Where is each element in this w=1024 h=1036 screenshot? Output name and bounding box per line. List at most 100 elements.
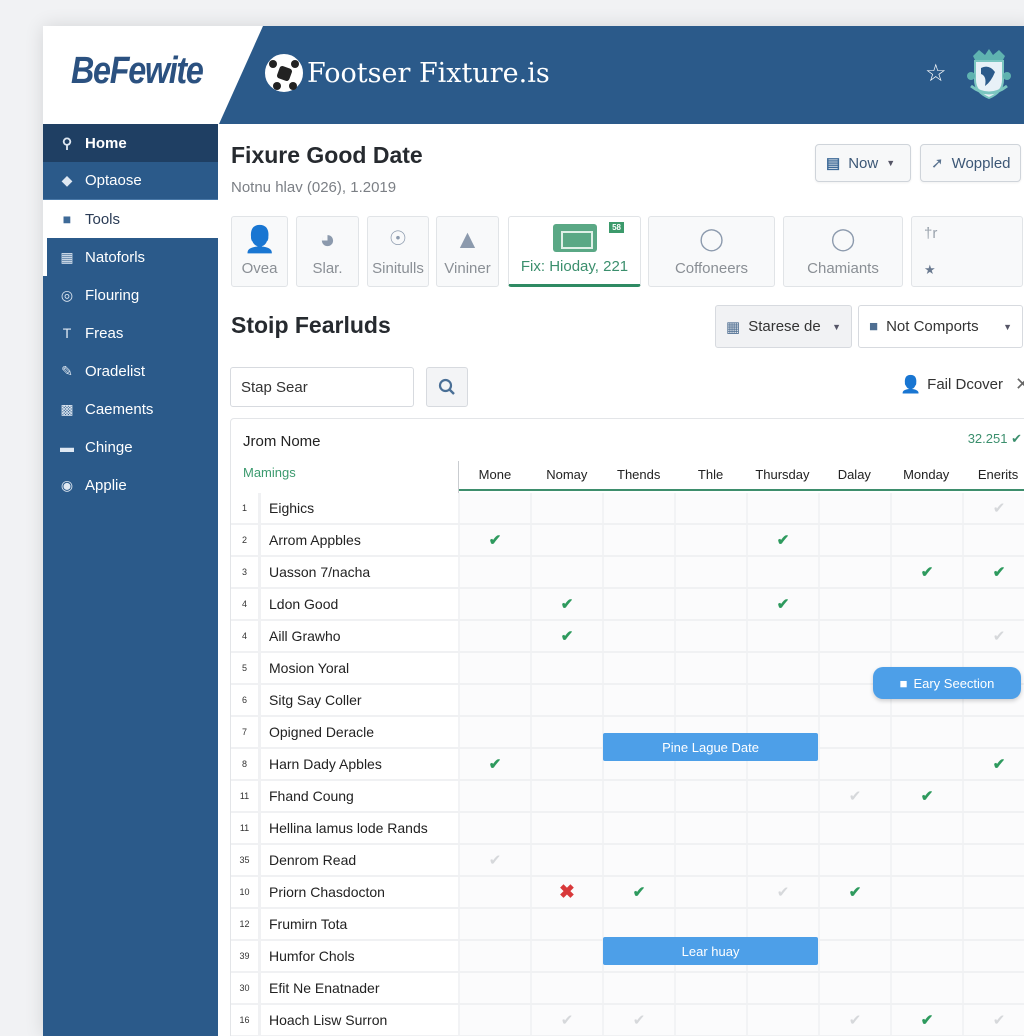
day-cell[interactable]: ✔	[458, 525, 530, 555]
table-row[interactable]: 35 Denrom Read ✔	[231, 845, 1024, 877]
day-cell[interactable]	[890, 589, 962, 619]
sidebar-item-caements[interactable]: ▩ Caements	[43, 390, 218, 428]
favorite-star-icon[interactable]: ☆	[925, 59, 947, 88]
sidebar-item-natoforls[interactable]: ▦ Natoforls	[43, 238, 218, 276]
day-cell[interactable]	[458, 941, 530, 971]
day-cell[interactable]	[746, 653, 818, 683]
day-cell[interactable]	[890, 493, 962, 523]
day-cell[interactable]	[674, 621, 746, 651]
tab-sinitulls[interactable]: ☉ Sinitulls	[367, 216, 429, 287]
day-cell[interactable]	[890, 717, 962, 747]
day-cell[interactable]: ✔	[602, 1005, 674, 1035]
day-cell[interactable]	[602, 525, 674, 555]
day-cell[interactable]	[602, 589, 674, 619]
starese-dropdown[interactable]: ▦ Starese de ▼	[715, 305, 852, 348]
brand-logo[interactable]: BeFewite	[71, 50, 204, 93]
sidebar-item-flouring[interactable]: ◎ Flouring	[43, 276, 218, 314]
now-dropdown-button[interactable]: ▤ Now ▼	[815, 144, 911, 182]
day-header[interactable]: Dalay	[818, 461, 890, 489]
day-cell[interactable]	[746, 1005, 818, 1035]
day-cell[interactable]: ✔	[530, 621, 602, 651]
day-cell[interactable]	[818, 717, 890, 747]
day-cell[interactable]	[602, 493, 674, 523]
day-cell[interactable]	[746, 973, 818, 1003]
day-cell[interactable]: ✔	[962, 1005, 1024, 1035]
day-cell[interactable]: ✔	[962, 749, 1024, 779]
day-cell[interactable]	[602, 621, 674, 651]
day-cell[interactable]	[602, 685, 674, 715]
sidebar-item-applie[interactable]: ◉ Applie	[43, 466, 218, 504]
day-cell[interactable]	[818, 973, 890, 1003]
day-cell[interactable]	[458, 717, 530, 747]
day-cell[interactable]	[746, 813, 818, 843]
day-cell[interactable]: ✔	[962, 621, 1024, 651]
club-crest-icon[interactable]	[965, 46, 1013, 102]
day-cell[interactable]	[890, 909, 962, 939]
day-cell[interactable]	[674, 525, 746, 555]
search-button[interactable]	[426, 367, 468, 407]
day-header[interactable]: Thle	[675, 461, 747, 489]
day-cell[interactable]	[458, 1005, 530, 1035]
day-header[interactable]: Monday	[890, 461, 962, 489]
day-header[interactable]: Enerits	[962, 461, 1024, 489]
table-row[interactable]: 10 Priorn Chasdocton ✖ ✔ ✔ ✔	[231, 877, 1024, 909]
day-cell[interactable]	[602, 781, 674, 811]
day-cell[interactable]	[674, 685, 746, 715]
day-cell[interactable]	[530, 845, 602, 875]
day-cell[interactable]	[890, 749, 962, 779]
table-row[interactable]: 16 Hoach Lisw Surron ✔ ✔ ✔ ✔ ✔	[231, 1005, 1024, 1036]
day-cell[interactable]	[818, 845, 890, 875]
day-cell[interactable]: ✔	[746, 877, 818, 907]
tab-ovea[interactable]: 👤 Ovea	[231, 216, 288, 287]
day-cell[interactable]	[530, 813, 602, 843]
day-cell[interactable]: ✔	[530, 1005, 602, 1035]
day-header[interactable]: Thursday	[747, 461, 819, 489]
day-cell[interactable]	[818, 589, 890, 619]
table-row[interactable]: 30 Efit Ne Enatnader	[231, 973, 1024, 1005]
day-cell[interactable]	[818, 749, 890, 779]
day-cell[interactable]	[530, 973, 602, 1003]
day-cell[interactable]	[602, 557, 674, 587]
day-cell[interactable]	[890, 941, 962, 971]
day-cell[interactable]	[530, 941, 602, 971]
day-cell[interactable]	[458, 813, 530, 843]
table-row[interactable]: 2 Arrom Appbles ✔ ✔	[231, 525, 1024, 557]
day-cell[interactable]	[674, 557, 746, 587]
day-cell[interactable]	[962, 941, 1024, 971]
table-count[interactable]: 32.251 ✔	[968, 431, 1022, 447]
day-cell[interactable]	[962, 717, 1024, 747]
day-header[interactable]: Mone	[459, 461, 531, 489]
day-cell[interactable]: ✔	[602, 877, 674, 907]
day-cell[interactable]	[818, 813, 890, 843]
table-row[interactable]: 3 Uasson 7/nacha ✔ ✔	[231, 557, 1024, 589]
day-cell[interactable]	[890, 813, 962, 843]
day-cell[interactable]: ✔	[818, 781, 890, 811]
day-cell[interactable]	[530, 685, 602, 715]
day-cell[interactable]: ✔	[746, 525, 818, 555]
day-cell[interactable]: ✔	[818, 877, 890, 907]
event-bar[interactable]: Pine Lague Date	[602, 733, 819, 761]
day-cell[interactable]	[458, 557, 530, 587]
day-cell[interactable]	[746, 493, 818, 523]
day-cell[interactable]	[530, 525, 602, 555]
day-cell[interactable]	[674, 877, 746, 907]
day-cell[interactable]	[818, 909, 890, 939]
event-bar[interactable]: Lear huay	[602, 937, 819, 965]
day-cell[interactable]	[746, 781, 818, 811]
day-cell[interactable]	[962, 589, 1024, 619]
day-cell[interactable]	[890, 525, 962, 555]
day-cell[interactable]	[818, 621, 890, 651]
day-cell[interactable]: ✔	[458, 845, 530, 875]
day-cell[interactable]	[818, 525, 890, 555]
day-cell[interactable]	[674, 909, 746, 939]
day-cell[interactable]	[602, 909, 674, 939]
close-icon[interactable]: ✕	[1015, 374, 1024, 395]
day-cell[interactable]	[674, 1005, 746, 1035]
day-cell[interactable]	[458, 973, 530, 1003]
day-header[interactable]: Thends	[603, 461, 675, 489]
day-cell[interactable]	[890, 877, 962, 907]
day-cell[interactable]	[746, 621, 818, 651]
sidebar-item-chinge[interactable]: ▬ Chinge	[43, 428, 218, 466]
day-cell[interactable]	[962, 813, 1024, 843]
day-cell[interactable]	[602, 973, 674, 1003]
